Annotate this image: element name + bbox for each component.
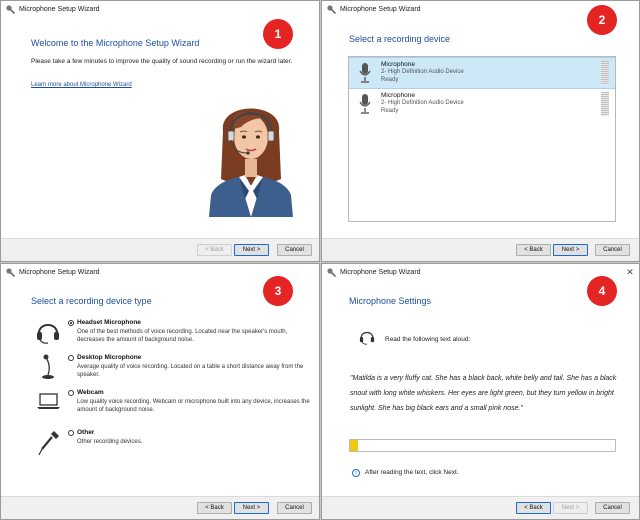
- option-webcam[interactable]: Webcam Low quality voice recording. Webc…: [26, 388, 316, 428]
- option-label: Other: [77, 429, 95, 436]
- cancel-button[interactable]: Cancel: [595, 244, 630, 256]
- device-name: Microphone: [381, 92, 415, 99]
- option-description: One of the best methods of voice recordi…: [77, 329, 288, 343]
- radio-headset[interactable]: [68, 320, 74, 326]
- wizard-window-4: Microphone Setup Wizard ✕ Microphone Set…: [321, 263, 640, 520]
- back-button[interactable]: < Back: [197, 502, 232, 514]
- device-status: Ready: [381, 77, 399, 83]
- device-description: 2- High Definition Audio Device: [381, 100, 464, 106]
- webcam-laptop-icon: [37, 393, 60, 409]
- microphone-app-icon: [327, 268, 336, 277]
- device-status: Ready: [381, 108, 399, 114]
- back-button[interactable]: < Back: [516, 502, 551, 514]
- cancel-button[interactable]: Cancel: [277, 502, 312, 514]
- device-row[interactable]: Microphone 2- High Definition Audio Devi…: [349, 89, 615, 119]
- device-row[interactable]: Microphone 2- High Definition Audio Devi…: [349, 57, 615, 89]
- next-button[interactable]: Next >: [553, 244, 588, 256]
- other-mic-icon: [38, 431, 59, 456]
- microphone-icon: [359, 94, 371, 114]
- wizard-window-1: Microphone Setup Wizard Welcome to the M…: [0, 0, 320, 262]
- back-button[interactable]: < Back: [197, 244, 232, 256]
- headset-icon: [37, 324, 59, 344]
- microphone-icon: [359, 63, 371, 83]
- microphone-app-icon: [6, 5, 15, 14]
- page-heading: Select a recording device type: [31, 296, 152, 306]
- window-title: Microphone Setup Wizard: [340, 269, 421, 276]
- wizard-window-3: Microphone Setup Wizard Select a recordi…: [0, 263, 320, 520]
- microphone-app-icon: [6, 268, 15, 277]
- desktop-mic-icon: [42, 354, 54, 379]
- level-meter: [601, 92, 609, 116]
- reading-progress-bar: [349, 439, 616, 452]
- wizard-footer: < Back Next > Cancel: [322, 496, 639, 519]
- wizard-window-2: Microphone Setup Wizard Select a recordi…: [321, 0, 640, 262]
- title-bar: Microphone Setup Wizard: [1, 1, 319, 18]
- step-badge: 3: [263, 276, 293, 306]
- option-description: Average quality of voice recording. Loca…: [77, 364, 304, 378]
- step-badge: 4: [587, 276, 617, 306]
- next-button[interactable]: Next >: [234, 244, 269, 256]
- headset-icon: [359, 331, 375, 345]
- title-bar: Microphone Setup Wizard ✕: [322, 264, 639, 281]
- next-button[interactable]: Next >: [234, 502, 269, 514]
- wizard-footer: < Back Next > Cancel: [1, 238, 319, 261]
- headset-operator-illustration: [209, 108, 293, 217]
- option-label: Headset Microphone: [77, 319, 141, 326]
- level-meter: [601, 61, 609, 85]
- cancel-button[interactable]: Cancel: [595, 502, 630, 514]
- learn-more-link[interactable]: Learn more about Microphone Wizard: [31, 82, 132, 88]
- option-label: Desktop Microphone: [77, 354, 142, 361]
- device-name: Microphone: [381, 61, 415, 68]
- device-list: Microphone 2- High Definition Audio Devi…: [348, 56, 616, 222]
- device-type-options: Headset Microphone One of the best metho…: [26, 318, 316, 478]
- step-badge: 2: [587, 5, 617, 35]
- instruction-text: Read the following text aloud:: [385, 336, 471, 343]
- page-heading: Microphone Settings: [349, 296, 432, 306]
- page-heading: Welcome to the Microphone Setup Wizard: [31, 38, 200, 48]
- close-icon[interactable]: ✕: [621, 267, 639, 278]
- option-other[interactable]: Other Other recording devices.: [26, 428, 316, 468]
- option-description: Other recording devices.: [77, 439, 143, 445]
- microphone-app-icon: [327, 5, 336, 14]
- option-desktop[interactable]: Desktop Microphone Average quality of vo…: [26, 353, 316, 393]
- wizard-footer: < Back Next > Cancel: [1, 496, 319, 519]
- intro-text: Please take a few minutes to improve the…: [31, 58, 293, 65]
- step-badge: 1: [263, 19, 293, 49]
- page-heading: Select a recording device: [349, 34, 451, 44]
- radio-webcam[interactable]: [68, 390, 74, 396]
- progress-fill: [350, 440, 358, 451]
- radio-desktop[interactable]: [68, 355, 74, 361]
- device-description: 2- High Definition Audio Device: [381, 69, 464, 75]
- back-button[interactable]: < Back: [516, 244, 551, 256]
- radio-other[interactable]: [68, 430, 74, 436]
- window-title: Microphone Setup Wizard: [19, 6, 100, 13]
- reading-passage: "Matilda is a very fluffy cat. She has a…: [350, 375, 617, 412]
- option-label: Webcam: [77, 389, 104, 396]
- info-icon: i: [352, 469, 360, 477]
- window-title: Microphone Setup Wizard: [19, 269, 100, 276]
- option-description: Low quality voice recording. Webcam or m…: [77, 399, 310, 413]
- option-headset[interactable]: Headset Microphone One of the best metho…: [26, 318, 316, 358]
- cancel-button[interactable]: Cancel: [277, 244, 312, 256]
- wizard-footer: < Back Next > Cancel: [322, 238, 639, 261]
- next-button[interactable]: Next >: [553, 502, 588, 514]
- hint-text: After reading the text, click Next.: [365, 469, 459, 476]
